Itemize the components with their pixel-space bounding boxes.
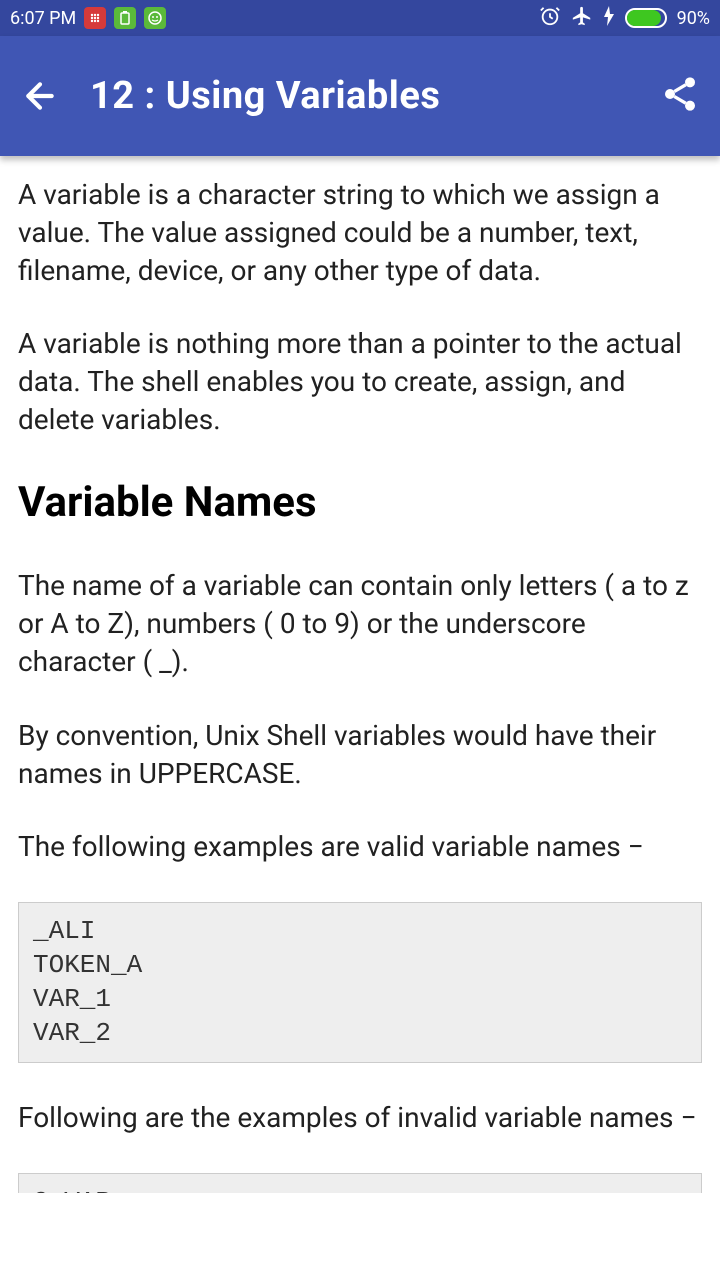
share-button[interactable] [660,74,700,118]
paragraph: A variable is nothing more than a pointe… [18,325,702,438]
paragraph: The name of a variable can contain only … [18,567,702,680]
back-button[interactable] [20,76,60,116]
alarm-icon [539,5,561,32]
code-block: 2_VAR [18,1173,702,1193]
paragraph: A variable is a character string to whic… [18,176,702,289]
paragraph: By convention, Unix Shell variables woul… [18,717,702,793]
status-left: 6:07 PM [10,7,166,29]
status-right: 90% [539,5,710,32]
paragraph: The following examples are valid variabl… [18,828,702,866]
battery-icon [625,8,667,28]
code-block: _ALI TOKEN_A VAR_1 VAR_2 [18,902,702,1063]
charging-icon [603,6,615,31]
paragraph: Following are the examples of invalid va… [18,1099,702,1137]
content-area[interactable]: A variable is a character string to whic… [0,156,720,1213]
battery-percent: 90% [677,8,710,29]
status-time: 6:07 PM [10,8,76,29]
notification-icon-3 [144,7,166,29]
notification-icon-1 [84,7,106,29]
app-bar: 12 : Using Variables [0,36,720,156]
page-title: 12 : Using Variables [90,74,440,118]
status-bar: 6:07 PM 90% [0,0,720,36]
section-heading: Variable Names [18,475,702,532]
airplane-icon [571,5,593,32]
notification-icon-2 [114,7,136,29]
